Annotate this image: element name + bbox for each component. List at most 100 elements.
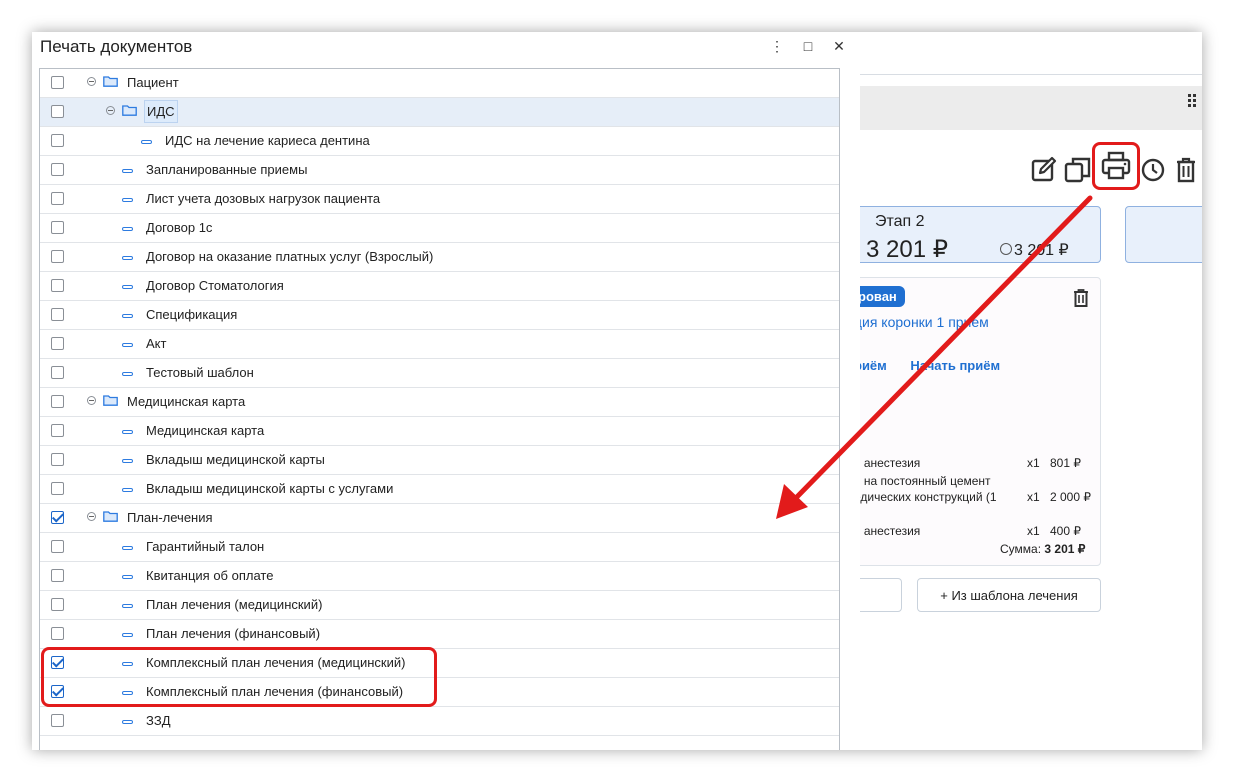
- tree-doc-row[interactable]: Гарантийный талон: [40, 533, 839, 562]
- edit-icon[interactable]: [1030, 156, 1058, 184]
- tree-doc-row[interactable]: Тестовый шаблон: [40, 359, 839, 388]
- tree-label: Вкладыш медицинской карты: [146, 452, 325, 467]
- document-icon: [122, 459, 133, 463]
- checkbox[interactable]: [51, 714, 64, 727]
- tree-label: Акт: [146, 336, 167, 351]
- tree-folder-row[interactable]: ИДС: [40, 98, 839, 127]
- tree-doc-row[interactable]: Договор Стоматология: [40, 272, 839, 301]
- start-visit-link[interactable]: Начать приём: [910, 358, 1000, 373]
- visit-sum: Сумма: 3 201 ₽: [1000, 542, 1085, 556]
- paid-status-icon: [1000, 243, 1012, 255]
- close-icon[interactable]: ✕: [831, 38, 847, 55]
- maximize-icon[interactable]: □: [800, 38, 816, 54]
- stage-price: 3 201 ₽: [866, 236, 948, 263]
- tree-doc-row[interactable]: Договор на оказание платных услуг (Взрос…: [40, 243, 839, 272]
- checkbox[interactable]: [51, 105, 64, 118]
- tree-label: Запланированные приемы: [146, 162, 308, 177]
- service-name: я на постоянный цемент: [854, 474, 991, 488]
- tree-label: Квитанция об оплате: [146, 568, 274, 583]
- collapse-icon[interactable]: [87, 512, 96, 521]
- document-icon: [122, 314, 133, 318]
- tree-doc-row[interactable]: План лечения (медицинский): [40, 591, 839, 620]
- trash-icon[interactable]: [1072, 288, 1090, 308]
- visit-actions: риём Начать приём: [854, 358, 1016, 373]
- document-icon: [122, 227, 133, 231]
- document-icon: [122, 575, 133, 579]
- checkbox[interactable]: [51, 395, 64, 408]
- stage-title: Этап 2: [875, 213, 925, 230]
- history-icon[interactable]: [1140, 156, 1166, 184]
- checkbox[interactable]: [51, 453, 64, 466]
- tree-label: ЗЗД: [146, 713, 171, 728]
- copy-icon[interactable]: [1064, 156, 1092, 184]
- tree-folder-row[interactable]: План-лечения: [40, 504, 839, 533]
- checkbox[interactable]: [51, 482, 64, 495]
- service-qty: x1: [1027, 456, 1040, 470]
- status-badge: рован: [854, 286, 905, 307]
- tree-folder-row[interactable]: Медицинская карта: [40, 388, 839, 417]
- tree-doc-row[interactable]: Акт: [40, 330, 839, 359]
- checkbox[interactable]: [51, 308, 64, 321]
- tree-doc-row[interactable]: Спецификация: [40, 301, 839, 330]
- stage-card-next[interactable]: [1125, 206, 1202, 263]
- grid-icon[interactable]: [1188, 94, 1202, 110]
- checkbox[interactable]: [51, 569, 64, 582]
- document-icon: [122, 343, 133, 347]
- checkbox[interactable]: [51, 511, 64, 524]
- collapse-icon[interactable]: [87, 396, 96, 405]
- tree-folder-row[interactable]: Пациент: [40, 69, 839, 98]
- checkbox[interactable]: [51, 424, 64, 437]
- collapse-icon[interactable]: [87, 77, 96, 86]
- tree-doc-row[interactable]: Медицинская карта: [40, 417, 839, 446]
- tree-doc-row[interactable]: ИДС на лечение кариеса дентина: [40, 127, 839, 156]
- collapse-icon[interactable]: [106, 106, 115, 115]
- tree-label: Тестовый шаблон: [146, 365, 254, 380]
- printer-highlight-frame: [1092, 142, 1140, 190]
- tree-doc-row[interactable]: План лечения (финансовый): [40, 620, 839, 649]
- tree-label: Медицинская карта: [146, 423, 265, 438]
- dialog-title: Печать документов: [40, 37, 193, 56]
- tree-doc-row[interactable]: Вкладыш медицинской карты: [40, 446, 839, 475]
- tree-doc-row[interactable]: Квитанция об оплате: [40, 562, 839, 591]
- header-divider: [860, 74, 1202, 75]
- tree-doc-row[interactable]: Лист учета дозовых нагрузок пациента: [40, 185, 839, 214]
- checkbox[interactable]: [51, 366, 64, 379]
- checkbox[interactable]: [51, 192, 64, 205]
- checkbox[interactable]: [51, 221, 64, 234]
- tree-label: Договор 1с: [146, 220, 213, 235]
- checkbox[interactable]: [51, 540, 64, 553]
- tree-doc-row[interactable]: Вкладыш медицинской карты с услугами: [40, 475, 839, 504]
- checkbox[interactable]: [51, 163, 64, 176]
- trash-icon[interactable]: [1174, 156, 1198, 184]
- stage-paid: 3 201 ₽: [1000, 240, 1069, 260]
- checkbox[interactable]: [51, 627, 64, 640]
- from-template-button[interactable]: + Из шаблона лечения: [917, 578, 1101, 612]
- tree-label: Договор Стоматология: [146, 278, 284, 293]
- checkbox[interactable]: [51, 598, 64, 611]
- visit-title[interactable]: ция коронки 1 прием: [854, 314, 989, 330]
- screen: Этап 2 3 201 ₽ 3 201 ₽ рован ция коронки…: [32, 32, 1202, 750]
- checkbox[interactable]: [51, 76, 64, 89]
- service-price: 400 ₽: [1050, 524, 1081, 538]
- tree-label: ИДС на лечение кариеса дентина: [165, 133, 370, 148]
- checkbox[interactable]: [51, 279, 64, 292]
- document-icon: [122, 720, 133, 724]
- document-icon: [122, 256, 133, 260]
- tree-doc-row[interactable]: Запланированные приемы: [40, 156, 839, 185]
- tree-doc-row[interactable]: Договор 1с: [40, 214, 839, 243]
- tree-label: Медицинская карта: [127, 394, 246, 409]
- tree-label: План лечения (медицинский): [146, 597, 323, 612]
- tree-doc-row[interactable]: ЗЗД: [40, 707, 839, 736]
- tree-label: Гарантийный талон: [146, 539, 265, 554]
- document-icon: [122, 198, 133, 202]
- dialog-menu-icon[interactable]: ⋮: [769, 38, 785, 55]
- checkbox[interactable]: [51, 337, 64, 350]
- checkbox[interactable]: [51, 134, 64, 147]
- tree-label: Лист учета дозовых нагрузок пациента: [146, 191, 381, 206]
- document-icon: [122, 285, 133, 289]
- tree-label: Вкладыш медицинской карты с услугами: [146, 481, 394, 496]
- document-icon: [122, 546, 133, 550]
- folder-icon: [103, 395, 118, 406]
- folder-icon: [103, 511, 118, 522]
- checkbox[interactable]: [51, 250, 64, 263]
